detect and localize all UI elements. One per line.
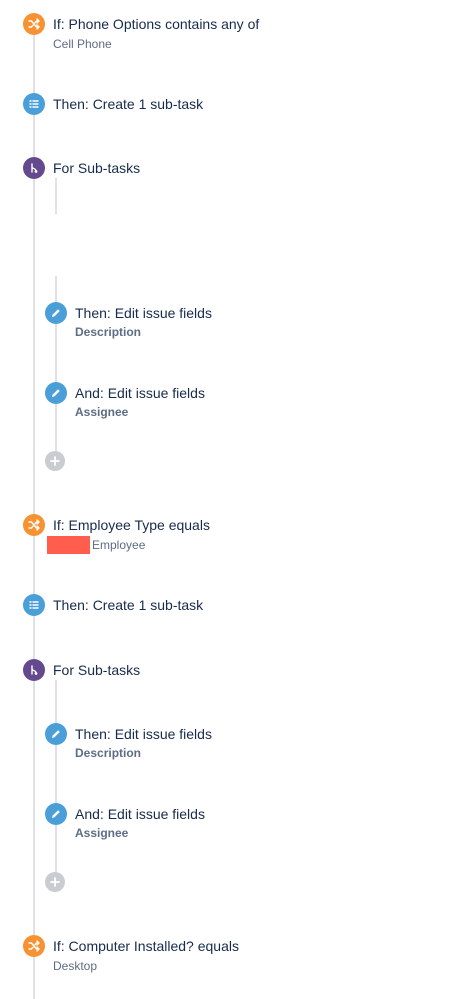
pencil-icon <box>52 810 60 818</box>
rule-title[interactable]: If: Computer Installed? equals <box>53 937 239 955</box>
rule-title[interactable]: If: Employee Type equals <box>53 516 210 534</box>
condition-node[interactable] <box>23 514 45 536</box>
rule-value: Employee <box>92 538 146 552</box>
action-node[interactable] <box>45 803 67 825</box>
add-component-button[interactable] <box>45 451 65 471</box>
rule-title[interactable]: Then: Edit issue fields <box>75 304 212 322</box>
action-node[interactable] <box>45 382 67 404</box>
rule-value: Description <box>75 746 142 760</box>
rule-title[interactable]: And: Edit issue fields <box>75 805 205 823</box>
branch-line <box>55 178 57 214</box>
add-component-button[interactable] <box>45 872 65 892</box>
rule-title[interactable]: Then: Create 1 sub-task <box>53 596 203 614</box>
plus-icon <box>50 877 60 887</box>
rule-title[interactable]: Then: Edit issue fields <box>75 725 212 743</box>
action-node[interactable] <box>45 723 67 745</box>
condition-node[interactable] <box>23 13 45 35</box>
branch-icon <box>31 665 38 675</box>
pencil-icon <box>52 309 60 317</box>
action-node[interactable] <box>23 594 45 616</box>
branch-icon <box>31 163 38 173</box>
rule-title[interactable]: For Sub-tasks <box>53 661 140 679</box>
branch-node[interactable] <box>23 659 45 681</box>
redaction-box <box>47 536 90 554</box>
plus-icon <box>50 456 60 466</box>
action-node[interactable] <box>45 302 67 324</box>
shuffle-icon <box>28 18 40 30</box>
rule-title[interactable]: Then: Create 1 sub-task <box>53 95 203 113</box>
list-icon <box>29 100 39 108</box>
branch-node[interactable] <box>23 157 45 179</box>
condition-node[interactable] <box>23 935 45 957</box>
rule-title[interactable]: If: Phone Options contains any of <box>53 15 259 33</box>
action-node[interactable] <box>23 93 45 115</box>
branch-line <box>55 680 57 876</box>
shuffle-icon <box>28 940 40 952</box>
rule-title[interactable]: For Sub-tasks <box>53 159 140 177</box>
rule-title[interactable]: And: Edit issue fields <box>75 384 205 402</box>
list-icon <box>29 601 39 609</box>
rule-value: Assignee <box>75 405 129 419</box>
pencil-icon <box>52 389 60 397</box>
pencil-icon <box>52 730 60 738</box>
rule-value: Cell Phone <box>53 37 112 51</box>
rule-value: Assignee <box>75 826 129 840</box>
rule-value: Desktop <box>53 959 98 973</box>
rule-value: Description <box>75 325 142 339</box>
shuffle-icon <box>28 519 40 531</box>
